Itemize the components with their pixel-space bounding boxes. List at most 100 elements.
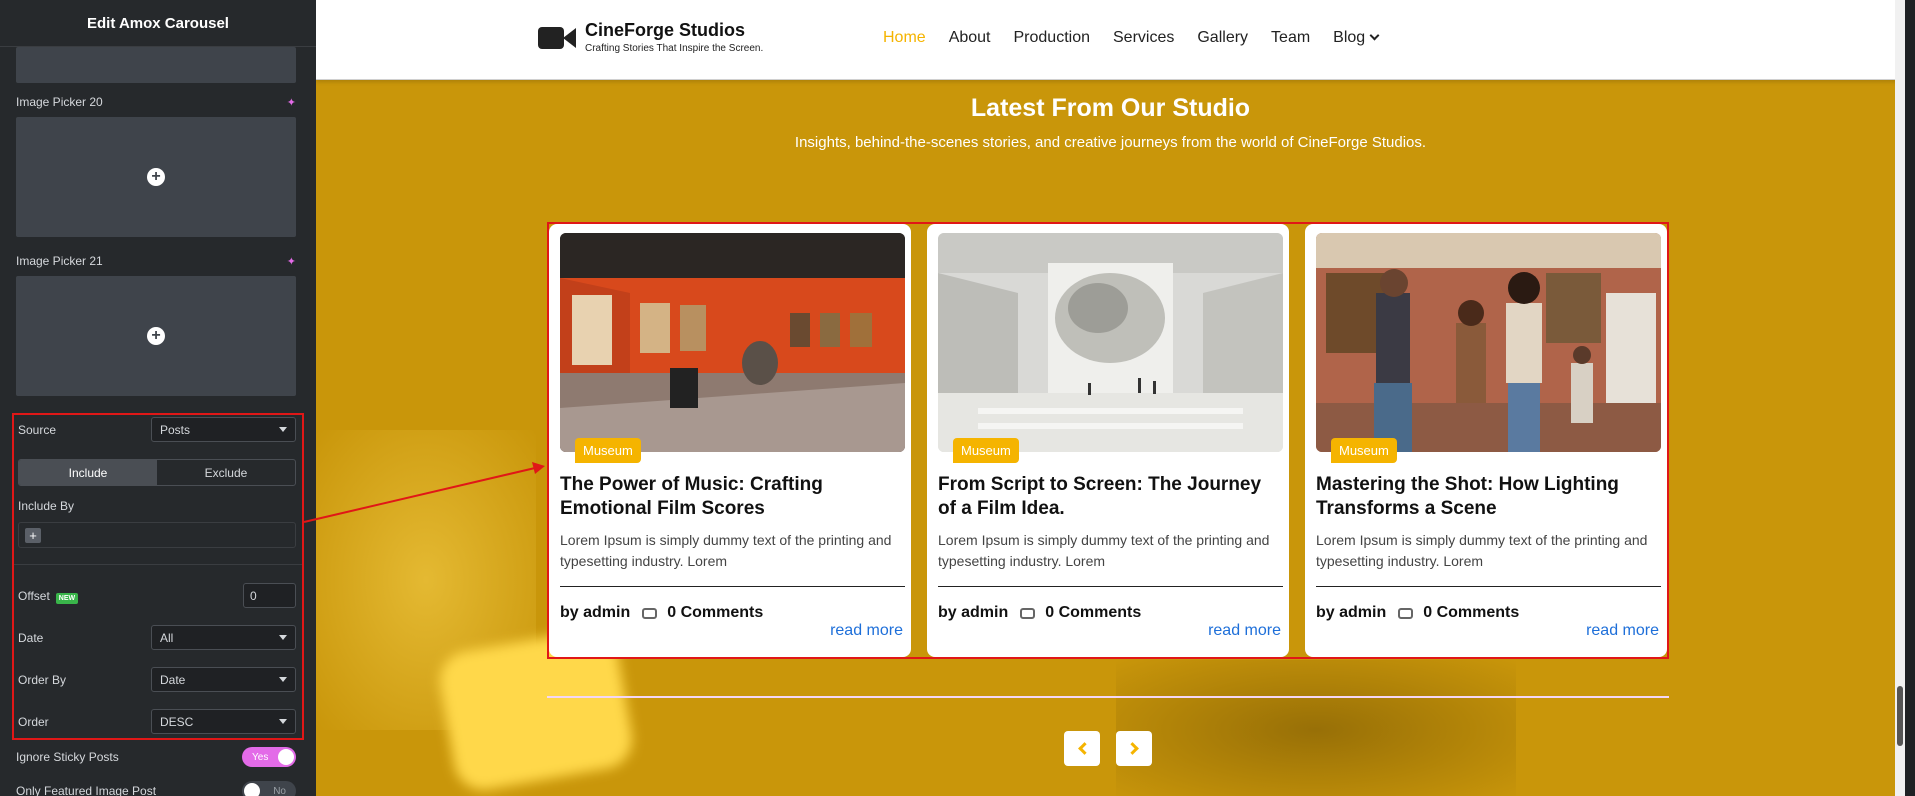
add-image-icon[interactable]: + xyxy=(147,327,165,345)
section-title: Latest From Our Studio xyxy=(970,94,1251,122)
post-comments[interactable]: 0 Comments xyxy=(1045,604,1141,622)
post-excerpt: Lorem Ipsum is simply dummy text of the … xyxy=(938,532,1270,569)
add-image-icon[interactable]: + xyxy=(147,168,165,186)
gallery-white-image xyxy=(938,233,1283,452)
tab-include[interactable]: Include xyxy=(19,460,157,485)
page-scrollbar[interactable] xyxy=(1895,0,1905,796)
order-by-select[interactable]: Date xyxy=(151,667,296,692)
post-comments[interactable]: 0 Comments xyxy=(667,604,763,622)
divider xyxy=(560,586,905,587)
post-image[interactable] xyxy=(560,233,905,452)
nav-about[interactable]: About xyxy=(949,29,991,47)
source-select[interactable]: Posts xyxy=(151,417,296,442)
carousel-next-button[interactable] xyxy=(1116,731,1152,766)
divider xyxy=(14,564,302,565)
post-image[interactable] xyxy=(938,233,1283,452)
video-camera-icon xyxy=(538,24,576,50)
include-by-row: Include By xyxy=(18,499,296,513)
post-card[interactable]: Museum From Script to Screen: The Journe… xyxy=(927,224,1289,657)
read-more-link[interactable]: read more xyxy=(830,622,903,640)
category-tag[interactable]: Museum xyxy=(1331,438,1397,463)
post-author[interactable]: by admin xyxy=(938,604,1008,622)
section-subtitle: Insights, behind-the-scenes stories, and… xyxy=(794,134,1427,151)
background-shadow xyxy=(1116,660,1516,796)
include-exclude-tabs: Include Exclude xyxy=(18,459,296,486)
post-card[interactable]: Museum Mastering the Shot: How Lighting … xyxy=(1305,224,1667,657)
image-picker-21-label: Image Picker 21 ✦ xyxy=(16,254,296,268)
post-author[interactable]: by admin xyxy=(1316,604,1386,622)
gallery-orange-image xyxy=(560,233,905,452)
date-select[interactable]: All xyxy=(151,625,296,650)
query-settings-highlight: Source Posts Include Exclude Include By … xyxy=(12,413,304,740)
brand-tagline: Crafting Stories That Inspire the Screen… xyxy=(585,43,764,54)
image-picker-20[interactable]: + xyxy=(16,117,296,237)
new-badge: NEW xyxy=(55,592,79,604)
ai-sparkle-icon[interactable]: ✦ xyxy=(287,96,296,109)
read-more-link[interactable]: read more xyxy=(1208,622,1281,640)
chevron-down-icon xyxy=(1369,30,1380,41)
category-tag[interactable]: Museum xyxy=(575,438,641,463)
post-excerpt: Lorem Ipsum is simply dummy text of the … xyxy=(1316,532,1648,569)
only-featured-label: Only Featured Image Post xyxy=(16,784,157,796)
image-picker-21[interactable]: + xyxy=(16,276,296,396)
category-tag[interactable]: Museum xyxy=(953,438,1019,463)
nav-home[interactable]: Home xyxy=(883,29,926,47)
site-preview: CineForge Studios Crafting Stories That … xyxy=(316,0,1905,796)
post-image[interactable] xyxy=(1316,233,1661,452)
nav-gallery[interactable]: Gallery xyxy=(1197,29,1248,47)
post-title[interactable]: The Power of Music: Crafting Emotional F… xyxy=(560,473,900,521)
comment-icon xyxy=(1020,607,1036,619)
ignore-sticky-toggle[interactable]: Yes xyxy=(242,747,296,767)
post-comments[interactable]: 0 Comments xyxy=(1423,604,1519,622)
caret-down-icon xyxy=(279,635,287,640)
brand-name: CineForge Studios xyxy=(585,20,746,40)
date-row: Date All xyxy=(18,625,296,650)
offset-input[interactable]: 0 xyxy=(243,583,296,608)
source-label: Source xyxy=(18,422,57,437)
divider xyxy=(1316,586,1661,587)
caret-down-icon xyxy=(279,427,287,432)
post-title[interactable]: Mastering the Shot: How Lighting Transfo… xyxy=(1316,473,1656,521)
include-by-field[interactable]: + xyxy=(18,522,296,548)
order-by-label: Order By xyxy=(18,672,67,687)
divider xyxy=(938,586,1283,587)
nav-blog[interactable]: Blog xyxy=(1333,29,1380,47)
ai-sparkle-icon[interactable]: ✦ xyxy=(287,255,296,268)
caret-down-icon xyxy=(279,719,287,724)
nav-production[interactable]: Production xyxy=(1014,29,1091,47)
comment-icon xyxy=(1398,607,1414,619)
panel-controls: Image Picker 20 ✦ + Image Picker 21 ✦ + xyxy=(16,47,296,396)
order-label: Order xyxy=(18,714,49,729)
carousel-prev-button[interactable] xyxy=(1064,731,1100,766)
nav-services[interactable]: Services xyxy=(1113,29,1174,47)
only-featured-row: Only Featured Image Post No xyxy=(16,781,296,796)
comment-icon xyxy=(642,607,658,619)
image-picker-20-label: Image Picker 20 ✦ xyxy=(16,95,296,109)
ignore-sticky-label: Ignore Sticky Posts xyxy=(16,750,119,764)
only-featured-toggle[interactable]: No xyxy=(242,781,296,796)
order-by-row: Order By Date xyxy=(18,667,296,692)
site-logo[interactable]: CineForge Studios Crafting Stories That … xyxy=(538,20,763,54)
caret-down-icon xyxy=(279,677,287,682)
order-row: Order DESC xyxy=(18,709,296,734)
source-row: Source Posts xyxy=(18,417,296,442)
scrollbar-thumb[interactable] xyxy=(1897,686,1903,746)
post-excerpt: Lorem Ipsum is simply dummy text of the … xyxy=(560,532,892,569)
order-select[interactable]: DESC xyxy=(151,709,296,734)
offset-row: Offset NEW 0 xyxy=(18,583,296,608)
chevron-right-icon xyxy=(1125,742,1139,755)
post-meta: by admin 0 Comments xyxy=(560,604,763,622)
tab-exclude[interactable]: Exclude xyxy=(157,460,295,485)
post-card[interactable]: Museum The Power of Music: Crafting Emot… xyxy=(549,224,911,657)
nav-team[interactable]: Team xyxy=(1271,29,1310,47)
offset-label: Offset NEW xyxy=(18,589,79,604)
image-picker-19-box[interactable] xyxy=(16,47,296,83)
panel-title: Edit Amox Carousel xyxy=(0,0,316,47)
post-meta: by admin 0 Comments xyxy=(938,604,1141,622)
post-author[interactable]: by admin xyxy=(560,604,630,622)
read-more-link[interactable]: read more xyxy=(1586,622,1659,640)
editor-panel: Edit Amox Carousel Image Picker 20 ✦ + I… xyxy=(0,0,316,796)
post-title[interactable]: From Script to Screen: The Journey of a … xyxy=(938,473,1278,521)
museum-visitors-image xyxy=(1316,233,1661,452)
add-item-icon[interactable]: + xyxy=(25,528,41,543)
